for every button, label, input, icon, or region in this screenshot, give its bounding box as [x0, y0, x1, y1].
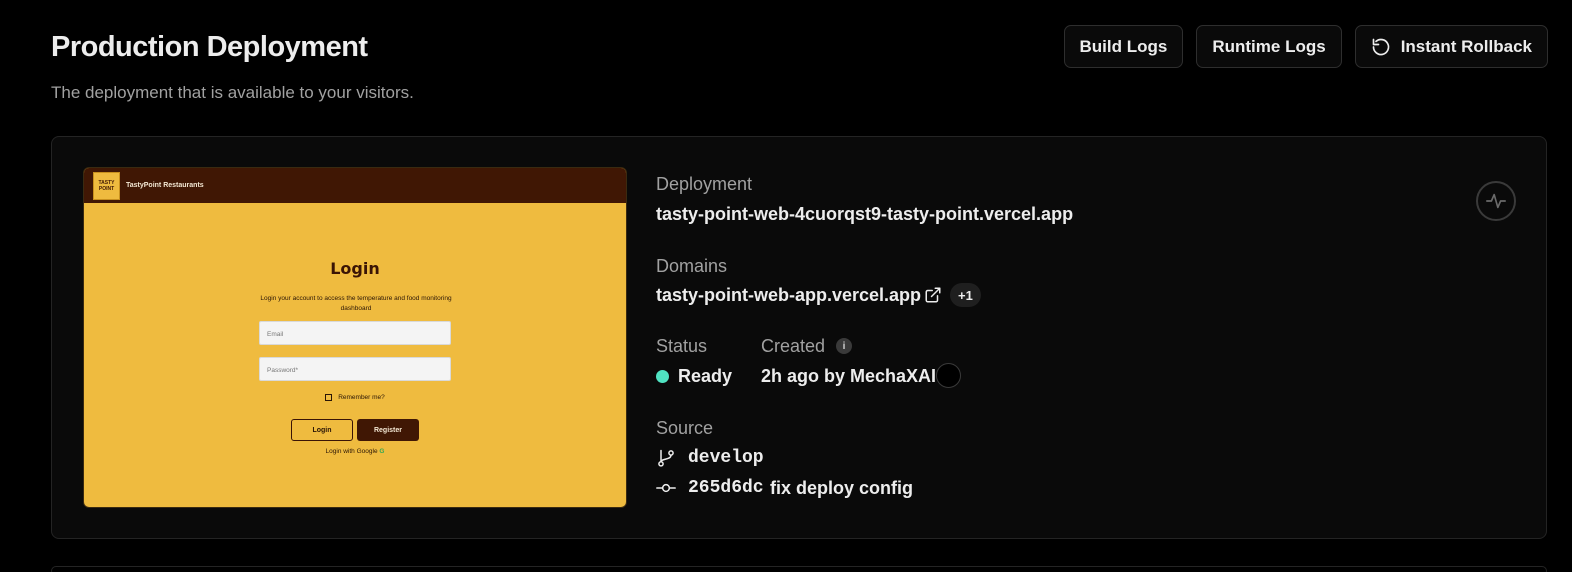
deployment-url-link[interactable]: tasty-point-web-4cuorqst9-tasty-point.ve…	[656, 204, 1073, 225]
preview-remember-checkbox	[325, 394, 333, 401]
runtime-logs-button[interactable]: Runtime Logs	[1196, 25, 1342, 68]
git-commit-icon	[656, 483, 676, 493]
created-label: Created	[761, 336, 826, 356]
external-link-icon[interactable]	[924, 286, 942, 304]
activity-icon	[1486, 193, 1506, 209]
domain-link[interactable]: tasty-point-web-app.vercel.app	[656, 285, 921, 306]
page-subtitle: The deployment that is available to your…	[51, 83, 414, 102]
preview-remember-label: Remember me?	[338, 394, 385, 401]
domains-count-badge[interactable]: +1	[950, 283, 981, 307]
rollback-icon	[1372, 38, 1389, 55]
deployment-preview[interactable]: TASTY POINT TastyPoint Restaurants Login…	[83, 167, 627, 508]
avatar[interactable]	[936, 363, 961, 388]
preview-remember-row: Remember me?	[84, 394, 626, 401]
preview-password-field: Password*	[259, 357, 451, 381]
google-icon: G	[379, 448, 385, 455]
source-commit-hash[interactable]: 265d6dc	[688, 478, 764, 498]
build-logs-button[interactable]: Build Logs	[1063, 25, 1184, 68]
source-label: Source	[656, 418, 714, 438]
deployment-card: TASTY POINT TastyPoint Restaurants Login…	[51, 136, 1547, 539]
preview-login-button: Login	[291, 419, 353, 441]
source-commit-message: fix deploy config	[770, 478, 914, 498]
preview-login-title: Login	[330, 259, 380, 278]
deployment-label: Deployment	[656, 174, 753, 194]
preview-email-field: Email	[259, 321, 451, 345]
status-label: Status	[656, 336, 708, 356]
page-title: Production Deployment	[51, 31, 368, 63]
header-actions: Build Logs Runtime Logs Instant Rollback	[1063, 25, 1548, 68]
info-icon[interactable]: i	[836, 338, 852, 354]
git-branch-icon	[658, 449, 674, 467]
domains-label: Domains	[656, 256, 728, 276]
activity-button[interactable]	[1476, 181, 1516, 221]
preview-description: Login your account to access the tempera…	[260, 295, 452, 312]
status-value: Ready	[678, 366, 733, 386]
created-value: 2h ago by MechaXAI	[761, 366, 937, 386]
instant-rollback-label: Instant Rollback	[1400, 36, 1532, 56]
status-dot	[656, 370, 669, 383]
preview-header: TASTY POINT TastyPoint Restaurants	[84, 168, 626, 203]
instant-rollback-button[interactable]: Instant Rollback	[1354, 25, 1548, 68]
preview-google-login: Login with Google G	[84, 448, 626, 455]
preview-logo: TASTY POINT	[93, 171, 120, 200]
source-branch[interactable]: develop	[688, 448, 764, 468]
preview-google-label: Login with Google	[325, 448, 378, 455]
next-card-edge	[51, 566, 1547, 572]
preview-register-button: Register	[357, 419, 419, 441]
preview-brand: TastyPoint Restaurants	[126, 182, 204, 189]
